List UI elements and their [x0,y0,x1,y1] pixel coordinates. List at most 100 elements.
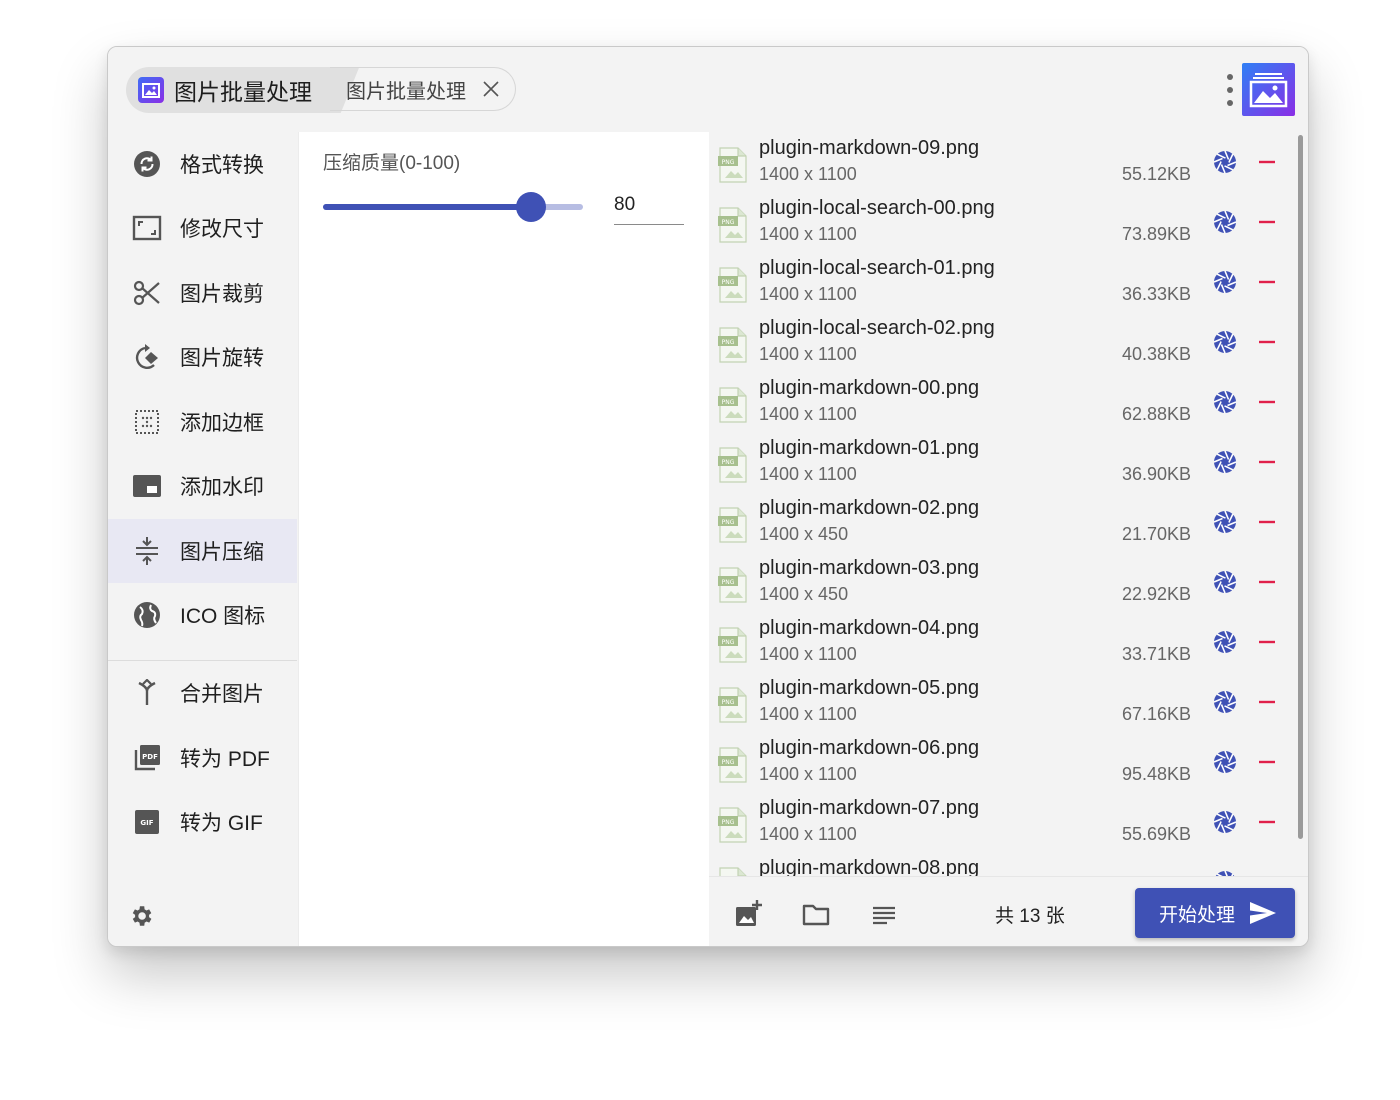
shutter-icon[interactable] [1213,390,1237,414]
sidebar-item-resize[interactable]: 修改尺寸 [108,196,297,260]
compress-quality-label: 压缩质量(0-100) [323,153,461,174]
svg-text:PNG: PNG [722,339,735,346]
scissors-icon [132,278,162,308]
app-logo-icon [1242,63,1295,116]
list-item[interactable]: PNG plugin-markdown-06.png 1400 x 1100 95.4… [709,732,1299,792]
shutter-icon[interactable] [1213,150,1237,174]
sidebar-item-format[interactable]: 格式转换 [108,132,297,196]
list-item[interactable]: PNG plugin-markdown-05.png 1400 x 1100 67.1… [709,672,1299,732]
file-dimensions: 1400 x 1100 [759,284,857,304]
list-item[interactable]: PNG plugin-markdown-02.png 1400 x 450 21.70… [709,492,1299,552]
quality-slider[interactable] [323,192,583,222]
remove-icon[interactable] [1256,152,1278,172]
shutter-icon[interactable] [1213,690,1237,714]
list-item[interactable]: PNG plugin-local-search-02.png 1400 x 1100… [709,312,1299,372]
remove-icon[interactable] [1256,272,1278,292]
list-icon[interactable] [869,899,899,929]
file-name: plugin-markdown-03.png [759,557,980,579]
file-dimensions: 1400 x 450 [759,524,849,544]
remove-icon[interactable] [1256,812,1278,832]
remove-icon[interactable] [1256,512,1278,532]
list-item[interactable]: PNG plugin-local-search-00.png 1400 x 1100… [709,192,1299,252]
shutter-icon[interactable] [1213,570,1237,594]
remove-icon[interactable] [1256,692,1278,712]
file-size: 21.70KB [1121,524,1191,544]
list-item[interactable]: PNG plugin-local-search-01.png 1400 x 1100… [709,252,1299,312]
remove-icon[interactable] [1256,212,1278,232]
sidebar-item-merge[interactable]: 合并图片 [108,661,297,725]
remove-icon[interactable] [1256,752,1278,772]
remove-icon[interactable] [1256,392,1278,412]
gear-icon[interactable] [128,903,154,929]
shutter-icon[interactable] [1213,510,1237,534]
more-vert-icon[interactable] [1226,73,1234,107]
file-list-scrollbar[interactable] [1298,135,1303,839]
png-file-icon: PNG [718,507,747,543]
start-processing-button[interactable]: 开始处理 [1135,888,1295,938]
tab-active[interactable]: 图片批量处理 [126,67,336,113]
remove-icon[interactable] [1256,632,1278,652]
list-item[interactable]: PNG plugin-markdown-00.png 1400 x 1100 62.8… [709,372,1299,432]
watermark-icon [132,471,162,501]
file-size: 55.12KB [1121,164,1191,184]
sidebar-item-label: 添加水印 [180,476,264,499]
pdf-icon: PDF [132,743,162,773]
file-name: plugin-markdown-08.png [759,857,980,876]
shutter-icon[interactable] [1213,450,1237,474]
sidebar-item-rotate[interactable]: 图片旋转 [108,325,297,389]
sidebar-item-pdf[interactable]: PDF 转为 PDF [108,726,297,790]
sidebar-item-watermark[interactable]: 添加水印 [108,454,297,518]
list-item[interactable]: PNG plugin-markdown-07.png 1400 x 1100 55.6… [709,792,1299,852]
shutter-icon[interactable] [1213,270,1237,294]
merge-icon [132,678,162,708]
shutter-icon[interactable] [1213,210,1237,234]
list-item[interactable]: PNG plugin-markdown-01.png 1400 x 1100 36.9… [709,432,1299,492]
file-name: plugin-markdown-01.png [759,437,980,459]
sidebar-item-label: ICO 图标 [180,605,266,628]
file-name: plugin-markdown-05.png [759,677,980,699]
list-item[interactable]: PNG plugin-markdown-08.png [709,852,1299,876]
remove-icon[interactable] [1256,572,1278,592]
sidebar-item-border[interactable]: 添加边框 [108,390,297,454]
remove-icon[interactable] [1256,332,1278,352]
remove-icon[interactable] [1256,452,1278,472]
shutter-icon[interactable] [1213,810,1237,834]
file-size: 67.16KB [1121,704,1191,724]
folder-icon[interactable] [801,899,831,929]
file-dimensions: 1400 x 1100 [759,464,857,484]
png-file-icon: PNG [718,567,747,603]
file-name: plugin-markdown-02.png [759,497,980,519]
sidebar-item-compress[interactable]: 图片压缩 [108,519,297,583]
shutter-icon[interactable] [1213,330,1237,354]
sidebar-item-ico[interactable]: ICO 图标 [108,583,297,647]
png-file-icon: PNG [718,687,747,723]
quality-slider-thumb[interactable] [516,192,546,222]
compress-icon [132,536,162,566]
file-size: 40.38KB [1121,344,1191,364]
list-item[interactable]: PNG plugin-markdown-04.png 1400 x 1100 33.7… [709,612,1299,672]
svg-text:PNG: PNG [722,819,735,826]
app-image-icon [138,77,164,103]
file-dimensions: 1400 x 450 [759,584,849,604]
file-dimensions: 1400 x 1100 [759,164,857,184]
svg-text:PDF: PDF [142,753,158,761]
shutter-icon[interactable] [1213,750,1237,774]
png-file-icon: PNG [719,867,747,876]
tab-inactive[interactable]: 图片批量处理 [330,67,516,111]
sidebar-item-label: 转为 PDF [180,748,270,771]
sidebar-item-gif[interactable]: GIF 转为 GIF [108,790,297,854]
quality-input[interactable] [614,186,684,225]
file-name: plugin-markdown-09.png [759,137,980,159]
close-icon[interactable] [481,79,501,99]
shutter-icon[interactable] [1213,630,1237,654]
file-size: 73.89KB [1121,224,1191,244]
convert-icon [132,149,162,179]
list-item[interactable]: PNG plugin-markdown-09.png 1400 x 1100 55.1… [709,132,1299,192]
svg-text:PNG: PNG [722,759,735,766]
png-file-icon: PNG [718,447,747,483]
file-size: 62.88KB [1121,404,1191,424]
sidebar-item-label: 图片裁剪 [180,283,264,306]
add-image-icon[interactable] [733,899,763,929]
sidebar-item-crop[interactable]: 图片裁剪 [108,261,297,325]
list-item[interactable]: PNG plugin-markdown-03.png 1400 x 450 22.92… [709,552,1299,612]
